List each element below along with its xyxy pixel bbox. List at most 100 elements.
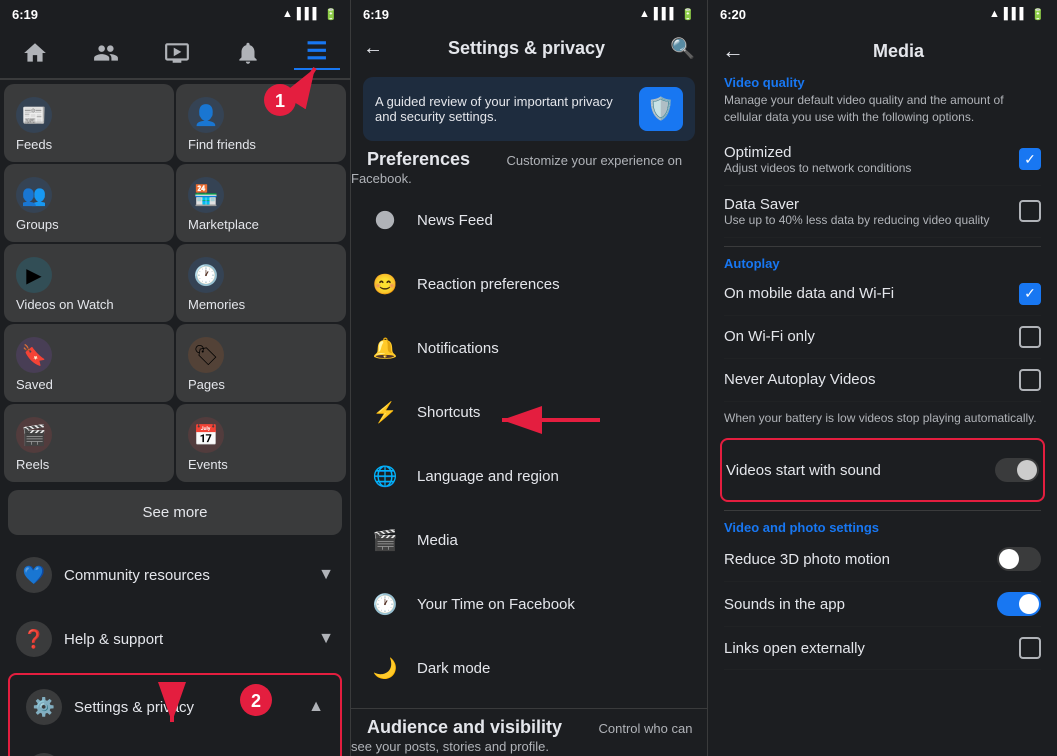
- status-icons-left: ▲ ▌▌▌ 🔋: [282, 8, 338, 21]
- community-resources-item[interactable]: 💙 Community resources ▼: [0, 543, 350, 607]
- video-quality-desc: Manage your default video quality and th…: [724, 92, 1041, 134]
- signal-icon-right: ▌▌▌: [1004, 8, 1027, 20]
- menu-item-saved[interactable]: 🔖 Saved: [4, 324, 174, 402]
- privacy-banner[interactable]: A guided review of your important privac…: [363, 77, 695, 141]
- search-icon[interactable]: 🔍: [670, 36, 695, 61]
- sounds-app-option[interactable]: Sounds in the app: [724, 582, 1041, 627]
- links-external-title: Links open externally: [724, 640, 865, 657]
- menu-item-videos-on-watch[interactable]: ▶ Videos on Watch: [4, 244, 174, 322]
- reels-label: Reels: [16, 457, 49, 472]
- notifications-item[interactable]: 🔔 Notifications: [351, 316, 707, 380]
- events-label: Events: [188, 457, 228, 472]
- wifi-only-checkbox[interactable]: [1019, 326, 1041, 348]
- data-saver-subtitle: Use up to 40% less data by reducing vide…: [724, 213, 990, 227]
- optimized-option[interactable]: Optimized Adjust videos to network condi…: [724, 134, 1041, 186]
- back-arrow-icon[interactable]: ←: [363, 37, 383, 60]
- never-autoplay-option[interactable]: Never Autoplay Videos: [724, 359, 1041, 402]
- memories-icon: 🕐: [188, 257, 224, 293]
- marketplace-icon: 🏪: [188, 177, 224, 213]
- nav-home[interactable]: [10, 36, 60, 70]
- language-icon: 🌐: [367, 458, 403, 494]
- videos-start-sound-toggle[interactable]: [995, 458, 1039, 482]
- settings-privacy-icon: ⚙️: [26, 689, 62, 725]
- menu-item-marketplace[interactable]: 🏪 Marketplace: [176, 164, 346, 242]
- wifi-only-option[interactable]: On Wi-Fi only: [724, 316, 1041, 359]
- news-feed-item[interactable]: News Feed: [351, 188, 707, 252]
- menu-item-memories[interactable]: 🕐 Memories: [176, 244, 346, 322]
- menu-item-groups[interactable]: 👥 Groups: [4, 164, 174, 242]
- menu-item-reels[interactable]: 🎬 Reels: [4, 404, 174, 482]
- nav-notifications[interactable]: [223, 36, 273, 70]
- see-more-button[interactable]: See more: [8, 490, 342, 535]
- data-saver-option[interactable]: Data Saver Use up to 40% less data by re…: [724, 186, 1041, 238]
- never-autoplay-checkbox[interactable]: [1019, 369, 1041, 391]
- settings-privacy-item[interactable]: ⚙️ Settings & privacy ▲: [10, 675, 340, 739]
- saved-icon: 🔖: [16, 337, 52, 373]
- news-feed-icon: [367, 202, 403, 238]
- help-icon: ❓: [16, 621, 52, 657]
- videos-on-watch-icon: ▶: [16, 257, 52, 293]
- reduce-3d-toggle[interactable]: [997, 547, 1041, 571]
- settings-privacy-header: ← Settings & privacy 🔍: [351, 28, 707, 69]
- data-saver-left: Data Saver Use up to 40% less data by re…: [724, 196, 990, 227]
- menu-item-feeds[interactable]: 📰 Feeds: [4, 84, 174, 162]
- autoplay-label: Autoplay: [724, 244, 780, 277]
- mobile-wifi-option[interactable]: On mobile data and Wi-Fi: [724, 273, 1041, 316]
- wifi-icon-right: ▲: [989, 8, 1000, 20]
- language-region-item[interactable]: 🌐 Language and region: [351, 444, 707, 508]
- chevron-up-icon: ▲: [308, 698, 324, 716]
- videos-on-watch-label: Videos on Watch: [16, 297, 114, 312]
- marketplace-label: Marketplace: [188, 217, 259, 232]
- help-support-item[interactable]: ❓ Help & support ▼: [0, 607, 350, 671]
- optimized-subtitle: Adjust videos to network conditions: [724, 161, 911, 175]
- privacy-shield-icon: 🛡️: [639, 87, 683, 131]
- videos-start-sound-option[interactable]: Videos start with sound: [726, 448, 1039, 492]
- video-photo-label: Video and photo settings: [724, 508, 879, 541]
- optimized-checkbox[interactable]: [1019, 148, 1041, 170]
- menu-grid: 📰 Feeds 👤 Find friends 👥 Groups 🏪 Market…: [0, 80, 350, 486]
- signal-icon-mid: ▌▌▌: [654, 8, 677, 20]
- help-support-left: ❓ Help & support: [16, 621, 163, 657]
- battery-icon-right: 🔋: [1031, 8, 1045, 21]
- community-resources-left: 💙 Community resources: [16, 557, 210, 593]
- status-icons-right: ▲ ▌▌▌ 🔋: [989, 8, 1045, 21]
- pages-label: Pages: [188, 377, 225, 392]
- links-external-option[interactable]: Links open externally: [724, 627, 1041, 670]
- menu-item-events[interactable]: 📅 Events: [176, 404, 346, 482]
- time-left: 6:19: [12, 7, 38, 22]
- nav-watch[interactable]: [152, 36, 202, 70]
- reaction-prefs-item[interactable]: 😊 Reaction preferences: [351, 252, 707, 316]
- panel-left: 6:19 ▲ ▌▌▌ 🔋 ☰: [0, 0, 350, 756]
- language-label: Language and region: [417, 468, 559, 485]
- settings-item[interactable]: ⚙️ Settings: [10, 739, 340, 756]
- reaction-icon: 😊: [367, 266, 403, 302]
- settings-privacy-label: Settings & privacy: [74, 699, 194, 716]
- links-external-checkbox[interactable]: [1019, 637, 1041, 659]
- settings-privacy-title: Settings & privacy: [383, 38, 670, 59]
- menu-item-pages[interactable]: 🏷 Pages: [176, 324, 346, 402]
- reduce-3d-option[interactable]: Reduce 3D photo motion: [724, 537, 1041, 582]
- status-bar-middle: 6:19 ▲ ▌▌▌ 🔋: [351, 0, 707, 28]
- media-content: Video quality Manage your default video …: [708, 74, 1057, 756]
- wifi-icon-mid: ▲: [639, 8, 650, 20]
- dark-mode-icon: 🌙: [367, 650, 403, 686]
- media-label: Media: [417, 532, 458, 549]
- media-item[interactable]: 🎬 Media: [351, 508, 707, 572]
- news-feed-label: News Feed: [417, 212, 493, 229]
- nav-friends[interactable]: [81, 36, 131, 70]
- status-bar-left: 6:19 ▲ ▌▌▌ 🔋: [0, 0, 350, 28]
- mobile-wifi-checkbox[interactable]: [1019, 283, 1041, 305]
- shortcuts-item[interactable]: ⚡ Shortcuts: [351, 380, 707, 444]
- dark-mode-item[interactable]: 🌙 Dark mode: [351, 636, 707, 700]
- media-title: Media: [754, 41, 1043, 62]
- data-saver-checkbox[interactable]: [1019, 200, 1041, 222]
- sounds-app-toggle[interactable]: [997, 592, 1041, 616]
- menu-item-find-friends[interactable]: 👤 Find friends: [176, 84, 346, 162]
- help-label: Help & support: [64, 631, 163, 648]
- nav-menu[interactable]: ☰: [294, 36, 340, 70]
- notifications-label: Notifications: [417, 340, 499, 357]
- your-time-item[interactable]: 🕐 Your Time on Facebook: [351, 572, 707, 636]
- media-back-icon[interactable]: ←: [722, 38, 744, 64]
- memories-label: Memories: [188, 297, 245, 312]
- time-right: 6:20: [720, 7, 746, 22]
